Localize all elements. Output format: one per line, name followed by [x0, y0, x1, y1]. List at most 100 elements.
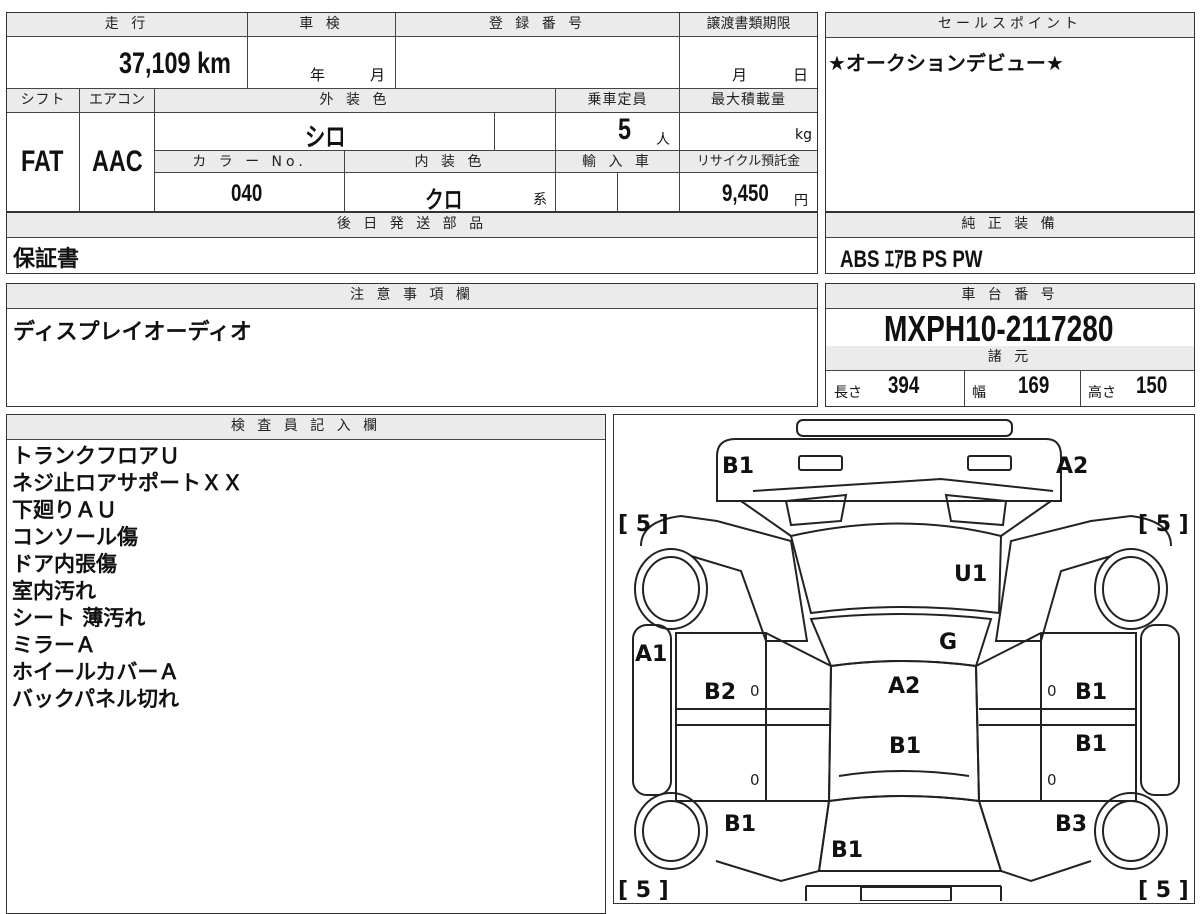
- car-diagram: [ 5 ] [ 5 ] [ 5 ] [ 5 ] B1 A2 U1 G A1 B2…: [618, 419, 1189, 901]
- genuine-equipment-block: 純 正 装 備 ABS ｴｱB PS PW: [825, 212, 1195, 274]
- odometer-cell: 37,109 km: [7, 37, 248, 89]
- registration-cell: [396, 37, 680, 89]
- color-no-value: 040: [231, 180, 263, 207]
- inspector-list: トランクフロアＵ ネジ止ロアサポートＸＸ 下廻りＡＵ コンソール傷 ドア内張傷 …: [12, 443, 243, 713]
- chassis-header: 車 台 番 号: [826, 284, 1194, 309]
- exterior-color-cell: シロ: [155, 113, 495, 152]
- shift-cell: FAT: [7, 113, 80, 212]
- genuine-equipment-header: 純 正 装 備: [826, 213, 1194, 238]
- capacity-cell: 5 人: [556, 113, 680, 151]
- interior-color-cell: クロ 系: [345, 173, 556, 214]
- door-zero-marker: 0: [1047, 682, 1057, 700]
- door-zero-marker: 0: [750, 682, 760, 700]
- inspector-item: シート 薄汚れ: [12, 606, 146, 630]
- inspector-header: 検 査 員 記 入 欄: [7, 415, 605, 440]
- registration-header: 登 録 番 号: [396, 13, 680, 37]
- notes-block: 注 意 事 項 欄 ディスプレイオーディオ: [6, 283, 818, 407]
- shift-value: FAT: [21, 145, 64, 178]
- transfer-day-unit: 日: [793, 66, 809, 84]
- color-no-cell: 040: [155, 173, 345, 212]
- recycle-value: 9,450: [722, 180, 769, 207]
- mark-left-fender: A1: [635, 642, 667, 667]
- aircon-value: AAC: [92, 145, 143, 178]
- width-label: 幅: [972, 385, 986, 401]
- aircon-cell: AAC: [80, 113, 155, 212]
- door-zero-marker: 0: [750, 771, 760, 789]
- sales-point-header: セールスポイント: [826, 13, 1194, 38]
- max-load-unit: kg: [795, 127, 812, 143]
- later-parts-block: 後 日 発 送 部 品 保証書: [6, 212, 818, 274]
- odometer-header: 走 行: [7, 13, 248, 37]
- genuine-equipment-value: ABS ｴｱB PS PW: [840, 246, 983, 273]
- aircon-header: エアコン: [80, 89, 155, 113]
- inspector-item: トランクフロアＵ: [12, 444, 180, 468]
- notes-header: 注 意 事 項 欄: [7, 284, 817, 309]
- shaken-cell: 年 月: [248, 37, 396, 89]
- later-parts-value: 保証書: [13, 247, 80, 272]
- inspector-item: ホイールカバーＡ: [12, 660, 180, 684]
- capacity-unit: 人: [656, 132, 670, 148]
- transfer-month-unit: 月: [732, 66, 748, 84]
- imported-cell-a: [556, 173, 618, 212]
- shaken-header: 車 検: [248, 13, 396, 37]
- mark-left-rear-quarter: B1: [724, 812, 756, 837]
- interior-color-header: 内 装 色: [345, 151, 556, 173]
- sales-point-value: ★オークションデビュー★: [828, 51, 1064, 75]
- inspector-item: 室内汚れ: [12, 579, 96, 603]
- interior-color-value: クロ: [425, 187, 463, 214]
- mark-right-front-door: B1: [1075, 680, 1107, 705]
- capacity-header: 乗車定員: [556, 89, 680, 113]
- transfer-deadline-header: 譲渡書類期限: [680, 13, 817, 37]
- inspector-block: 検 査 員 記 入 欄 トランクフロアＵ ネジ止ロアサポートＸＸ 下廻りＡＵ コ…: [6, 414, 606, 914]
- specs-header: 諸 元: [826, 346, 1194, 371]
- tire-rl-label: [ 5 ]: [618, 878, 669, 901]
- imported-cell-b: [618, 173, 680, 212]
- exterior-color-header: 外 装 色: [155, 89, 556, 113]
- imported-header: 輸 入 車: [556, 151, 680, 173]
- shift-header: シフト: [7, 89, 80, 113]
- tire-rr-label: [ 5 ]: [1138, 878, 1189, 901]
- shaken-year-unit: 年: [310, 66, 326, 84]
- mark-front-left: B1: [722, 454, 754, 479]
- width-value: 169: [1018, 372, 1050, 399]
- notes-value: ディスプレイオーディオ: [13, 320, 252, 345]
- recycle-unit: 円: [794, 193, 808, 209]
- mark-windshield: G: [939, 630, 957, 655]
- length-label: 長さ: [834, 385, 862, 401]
- chassis-block: 車 台 番 号 MXPH10-2117280 諸 元 長さ 394 幅 169 …: [825, 283, 1195, 407]
- recycle-header: リサイクル預託金: [680, 151, 817, 173]
- mark-left-front-door: B2: [704, 680, 736, 705]
- car-diagram-panel: [ 5 ] [ 5 ] [ 5 ] [ 5 ] B1 A2 U1 G A1 B2…: [613, 414, 1195, 904]
- odometer-value: 37,109 km: [119, 47, 231, 80]
- mark-roof: A2: [888, 674, 920, 699]
- max-load-cell: kg: [680, 113, 817, 151]
- inspector-item: バックパネル切れ: [12, 687, 179, 711]
- sales-point-block: セールスポイント ★オークションデビュー★: [825, 12, 1195, 212]
- inspector-item: ネジ止ロアサポートＸＸ: [12, 471, 243, 495]
- height-value: 150: [1136, 372, 1168, 399]
- tire-fl-label: [ 5 ]: [618, 512, 669, 537]
- inspector-item: 下廻りＡＵ: [12, 498, 117, 522]
- shaken-month-unit: 月: [370, 66, 386, 84]
- mark-right-rear-door: B1: [1075, 732, 1107, 757]
- chassis-value: MXPH10-2117280: [884, 308, 1114, 349]
- inspector-item: コンソール傷: [12, 525, 138, 549]
- max-load-header: 最大積載量: [680, 89, 817, 113]
- interior-color-suffix: 系: [533, 192, 547, 208]
- door-zero-marker: 0: [1047, 771, 1057, 789]
- mark-hood: U1: [954, 562, 987, 587]
- recycle-cell: 9,450 円: [680, 173, 817, 212]
- exterior-color-value: シロ: [305, 122, 346, 152]
- height-label: 高さ: [1088, 385, 1116, 401]
- later-parts-header: 後 日 発 送 部 品: [7, 213, 817, 238]
- transfer-deadline-cell: 月 日: [680, 37, 817, 89]
- inspector-item: ドア内張傷: [12, 552, 117, 576]
- capacity-value: 5: [618, 113, 632, 146]
- length-value: 394: [888, 372, 920, 399]
- mark-front-right: A2: [1056, 454, 1088, 479]
- color-no-header: カ ラ ー No.: [155, 151, 345, 173]
- mark-roof-rear: B1: [889, 734, 921, 759]
- mark-right-rear-quarter: B3: [1055, 812, 1087, 837]
- exterior-color-extra-cell: [495, 113, 556, 151]
- mark-trunk: B1: [831, 838, 863, 863]
